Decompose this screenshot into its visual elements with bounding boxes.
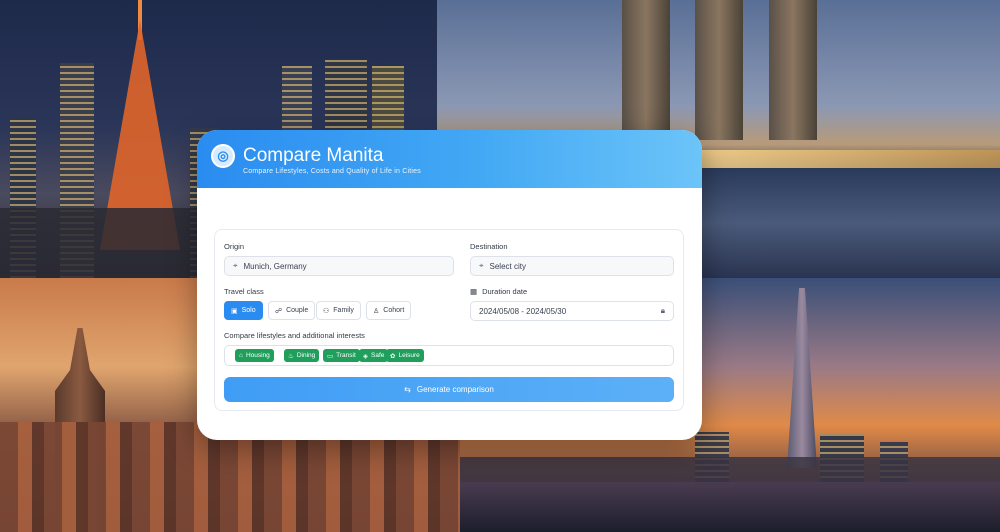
travel-class-option-family[interactable]: ⚇ Family bbox=[316, 301, 361, 320]
compare-form: Origin ⌖ Munich, Germany Destination ⌖ S… bbox=[214, 229, 684, 411]
generate-comparison-button[interactable]: ⇆ Generate comparison bbox=[224, 377, 674, 402]
calendar-icon: ▦ bbox=[470, 287, 478, 296]
origin-input[interactable]: ⌖ Munich, Germany bbox=[224, 256, 454, 276]
interest-tag-housing[interactable]: ⌂ Housing bbox=[235, 349, 274, 362]
interests-input[interactable]: ⌂ Housing ♨ Dining ▭ Transit ◈ Safe ✿ Le… bbox=[224, 345, 674, 366]
interest-tag-leisure[interactable]: ✿ Leisure bbox=[386, 349, 424, 362]
leisure-icon: ✿ bbox=[390, 352, 396, 360]
travel-class-option-solo[interactable]: ▣ Solo bbox=[224, 301, 263, 320]
interests-label: Compare lifestyles and additional intere… bbox=[224, 331, 365, 340]
destination-input[interactable]: ⌖ Select city bbox=[470, 256, 674, 276]
travel-class-label: Travel class bbox=[224, 287, 264, 296]
location-pin-icon: ⌖ bbox=[479, 261, 484, 270]
bus-icon: ▭ bbox=[327, 352, 334, 360]
compare-card: ◎ Compare Manita Compare Lifestyles, Cos… bbox=[197, 130, 702, 440]
origin-value: Munich, Germany bbox=[243, 261, 307, 271]
date-range-input[interactable]: 2024/05/08 - 2024/05/30 🔒︎ bbox=[470, 301, 674, 321]
food-icon: ♨ bbox=[288, 352, 294, 360]
home-icon: ⌂ bbox=[239, 352, 243, 359]
app-title: Compare Manita bbox=[243, 145, 384, 166]
card-header: ◎ Compare Manita Compare Lifestyles, Cos… bbox=[197, 130, 702, 188]
destination-value: Select city bbox=[489, 261, 526, 271]
person-icon: ▣ bbox=[231, 307, 238, 315]
date-range-label: ▦ Duration date bbox=[470, 287, 528, 296]
globe-icon: ◎ bbox=[211, 144, 235, 168]
shield-icon: ◈ bbox=[363, 352, 368, 360]
app-subtitle: Compare Lifestyles, Costs and Quality of… bbox=[243, 168, 421, 175]
date-range-value: 2024/05/08 - 2024/05/30 bbox=[479, 306, 567, 316]
travel-class-option-cohort[interactable]: ♙ Cohort bbox=[366, 301, 412, 320]
interest-tag-safe[interactable]: ◈ Safe bbox=[359, 349, 389, 362]
group-icon: ♙ bbox=[373, 307, 380, 315]
family-icon: ⚇ bbox=[323, 307, 330, 315]
travel-class-option-couple[interactable]: ☍ Couple bbox=[268, 301, 316, 320]
couple-icon: ☍ bbox=[275, 307, 283, 315]
interest-tag-dining[interactable]: ♨ Dining bbox=[284, 349, 320, 362]
lock-icon: 🔒︎ bbox=[660, 306, 665, 315]
location-pin-icon: ⌖ bbox=[233, 261, 238, 270]
compare-icon: ⇆ bbox=[404, 385, 411, 394]
interest-tag-transit[interactable]: ▭ Transit bbox=[323, 349, 360, 362]
destination-label: Destination bbox=[470, 242, 508, 251]
origin-label: Origin bbox=[224, 242, 245, 251]
